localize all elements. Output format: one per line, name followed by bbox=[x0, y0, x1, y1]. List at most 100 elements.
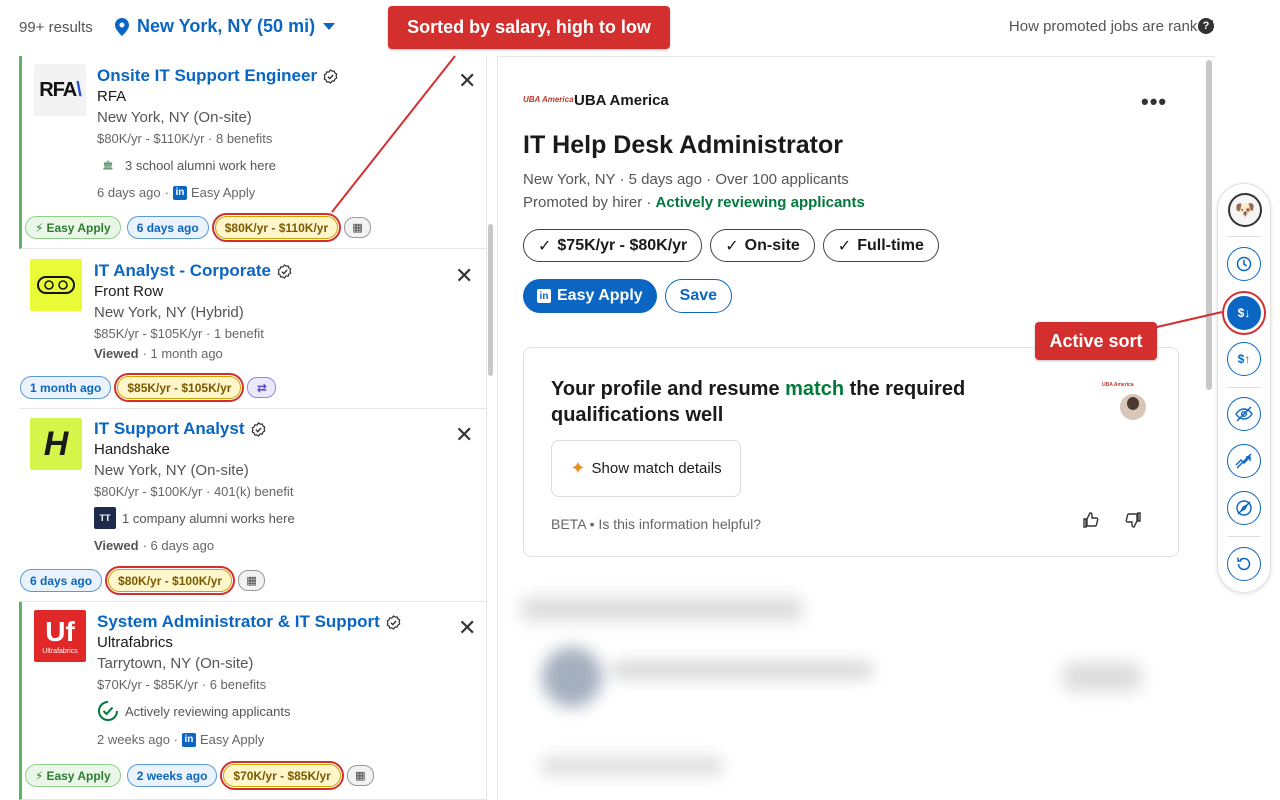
viewed-label: Viewed bbox=[94, 538, 139, 553]
job-title-link[interactable]: System Administrator & IT Support bbox=[97, 612, 401, 632]
dismiss-job-button[interactable]: ✕ bbox=[458, 70, 476, 92]
company-logo-frontrow bbox=[30, 259, 82, 311]
tag-text: Easy Apply bbox=[46, 768, 111, 783]
company-name: Handshake bbox=[94, 441, 170, 458]
job-tags: ⚡ Easy Apply 6 days ago $80K/yr - $110K/y… bbox=[25, 213, 372, 242]
salary-benefits: $80K/yr - $110K/yr · 8 benefits bbox=[97, 131, 273, 146]
dismiss-job-button[interactable]: ✕ bbox=[458, 617, 476, 639]
job-card[interactable]: Uf Ultrafabrics System Administrator & I… bbox=[19, 602, 486, 800]
building-icon: ▦ bbox=[238, 570, 266, 591]
promoted-ranking-link[interactable]: How promoted jobs are ranked bbox=[1009, 18, 1214, 35]
job-location: New York, NY (On-site) bbox=[94, 462, 249, 479]
salary-benefits: $85K/yr - $105K/yr · 1 benefit bbox=[94, 326, 264, 341]
check-icon: ✓ bbox=[725, 237, 739, 255]
job-list[interactable]: RFA \ Onsite IT Support Engineer RFA New … bbox=[19, 56, 487, 800]
company-name: Front Row bbox=[94, 283, 164, 300]
lightning-icon: ⚡ bbox=[35, 768, 44, 783]
button-label: Show match details bbox=[591, 460, 722, 477]
posted-time: · 1 month ago bbox=[142, 346, 223, 361]
logo-text: RFA bbox=[39, 78, 77, 101]
check-icon: ✓ bbox=[837, 237, 852, 255]
hide-promoted-button[interactable] bbox=[1227, 444, 1261, 478]
dismiss-job-button[interactable]: ✕ bbox=[455, 265, 473, 287]
school-logo-icon: 🏛 bbox=[97, 154, 119, 176]
job-meta: Viewed · 1 month ago bbox=[94, 346, 223, 361]
job-card[interactable]: RFA \ Onsite IT Support Engineer RFA New … bbox=[19, 56, 486, 249]
easy-apply-tag: ⚡ Easy Apply bbox=[25, 216, 121, 239]
beta-feedback-text: BETA • Is this information helpful? bbox=[551, 516, 762, 532]
more-options-button[interactable]: ••• bbox=[1141, 89, 1167, 115]
easy-apply-label: Easy Apply bbox=[190, 185, 256, 200]
viewed-label: Viewed bbox=[94, 346, 139, 361]
location-pin-icon bbox=[115, 17, 129, 36]
actively-reviewing-text: Actively reviewing applicants bbox=[655, 194, 865, 211]
salary-pill[interactable]: ✓ $75K/yr - $80K/yr bbox=[523, 229, 703, 262]
job-location: Tarrytown, NY (On-site) bbox=[97, 655, 254, 672]
toolbar-divider bbox=[1227, 387, 1261, 388]
job-title-link[interactable]: IT Support Analyst bbox=[94, 419, 266, 439]
job-card[interactable]: H IT Support Analyst Handshake New York,… bbox=[19, 409, 486, 602]
job-insight: TT 1 company alumni works here bbox=[94, 507, 295, 529]
help-icon[interactable]: ? bbox=[1198, 18, 1214, 34]
reset-button[interactable] bbox=[1227, 547, 1261, 581]
tag-text: Easy Apply bbox=[46, 220, 111, 235]
job-title: System Administrator & IT Support bbox=[97, 612, 380, 631]
pill-text: $75K/yr - $80K/yr bbox=[557, 236, 688, 254]
sparkle-icon: ✦ bbox=[570, 458, 586, 478]
date-tag: 2 weeks ago bbox=[126, 764, 218, 787]
easy-apply-button[interactable]: in Easy Apply bbox=[523, 279, 657, 313]
verified-badge-icon bbox=[277, 263, 292, 279]
location-label: New York, NY (50 mi) bbox=[137, 16, 316, 36]
logo-text: Uf bbox=[45, 615, 75, 647]
job-attribute-pills: ✓ $75K/yr - $80K/yr ✓ On-site ✓ Full-time bbox=[523, 229, 939, 262]
job-meta: 6 days ago · in Easy Apply bbox=[97, 185, 256, 200]
job-title-link[interactable]: IT Analyst - Corporate bbox=[94, 261, 292, 281]
dismiss-job-button[interactable]: ✕ bbox=[455, 424, 473, 446]
job-card[interactable]: IT Analyst - Corporate Front Row New Yor… bbox=[19, 249, 486, 409]
hide-viewed-button[interactable] bbox=[1227, 397, 1261, 431]
detail-subtitle: New York, NY · 5 days ago · Over 100 app… bbox=[523, 171, 849, 188]
extension-avatar-icon[interactable]: 🐶 bbox=[1228, 193, 1262, 227]
job-title-link[interactable]: Onsite IT Support Engineer bbox=[97, 66, 338, 86]
detail-company-name[interactable]: UBA America bbox=[574, 92, 669, 109]
match-card: Your profile and resume match the requir… bbox=[523, 347, 1179, 557]
posted-time: 6 days ago bbox=[97, 185, 161, 200]
posted-time: 2 weeks ago · bbox=[97, 732, 178, 747]
job-title: Onsite IT Support Engineer bbox=[97, 66, 318, 85]
sort-salary-asc-button[interactable]: $↑ bbox=[1227, 342, 1261, 376]
salary-tag: $85K/yr - $105K/yr bbox=[114, 373, 245, 402]
job-list-scrollbar[interactable] bbox=[488, 224, 493, 376]
detail-promoted: Promoted by hirer · Actively reviewing a… bbox=[523, 194, 865, 211]
job-type-pill[interactable]: ✓ Full-time bbox=[822, 229, 939, 262]
toolbar-divider bbox=[1227, 536, 1261, 537]
chevron-down-icon bbox=[323, 22, 336, 30]
thumbs-up-icon[interactable] bbox=[1082, 511, 1100, 534]
sort-salary-desc-button[interactable]: $↓ bbox=[1222, 291, 1266, 335]
actively-reviewing-icon bbox=[98, 701, 118, 721]
workplace-pill[interactable]: ✓ On-site bbox=[710, 229, 815, 262]
company-name: Ultrafabrics bbox=[97, 634, 173, 651]
match-text-a: Your profile and resume bbox=[551, 378, 786, 400]
job-meta: Viewed · 6 days ago bbox=[94, 538, 214, 553]
save-button[interactable]: Save bbox=[664, 279, 733, 313]
frontrow-mark-icon bbox=[37, 276, 75, 294]
thumbs-down-icon[interactable] bbox=[1124, 511, 1142, 534]
pill-text: On-site bbox=[744, 236, 800, 254]
location-filter-button[interactable]: New York, NY (50 mi) bbox=[115, 16, 336, 37]
linkedin-icon: in bbox=[181, 732, 196, 747]
job-title: IT Analyst - Corporate bbox=[94, 261, 271, 280]
salary-tag: $80K/yr - $100K/yr bbox=[105, 566, 236, 595]
job-detail-panel: UBA America UBA America ••• IT Help Desk… bbox=[497, 56, 1215, 800]
insight-text: Actively reviewing applicants bbox=[125, 703, 291, 719]
building-icon: ▦ bbox=[346, 765, 374, 786]
sort-by-date-button[interactable] bbox=[1227, 247, 1261, 281]
verified-badge-icon bbox=[386, 614, 401, 630]
detail-scrollbar[interactable] bbox=[1206, 60, 1212, 390]
insight-text: 1 company alumni works here bbox=[122, 510, 295, 526]
lightning-icon: ⚡ bbox=[35, 220, 44, 235]
company-logo-handshake: H bbox=[30, 418, 82, 470]
show-match-details-button[interactable]: ✦ Show match details bbox=[551, 440, 741, 497]
hide-applied-button[interactable] bbox=[1227, 491, 1261, 525]
job-location: New York, NY (Hybrid) bbox=[94, 304, 244, 321]
job-insight: 🏛 3 school alumni work here bbox=[97, 154, 276, 176]
